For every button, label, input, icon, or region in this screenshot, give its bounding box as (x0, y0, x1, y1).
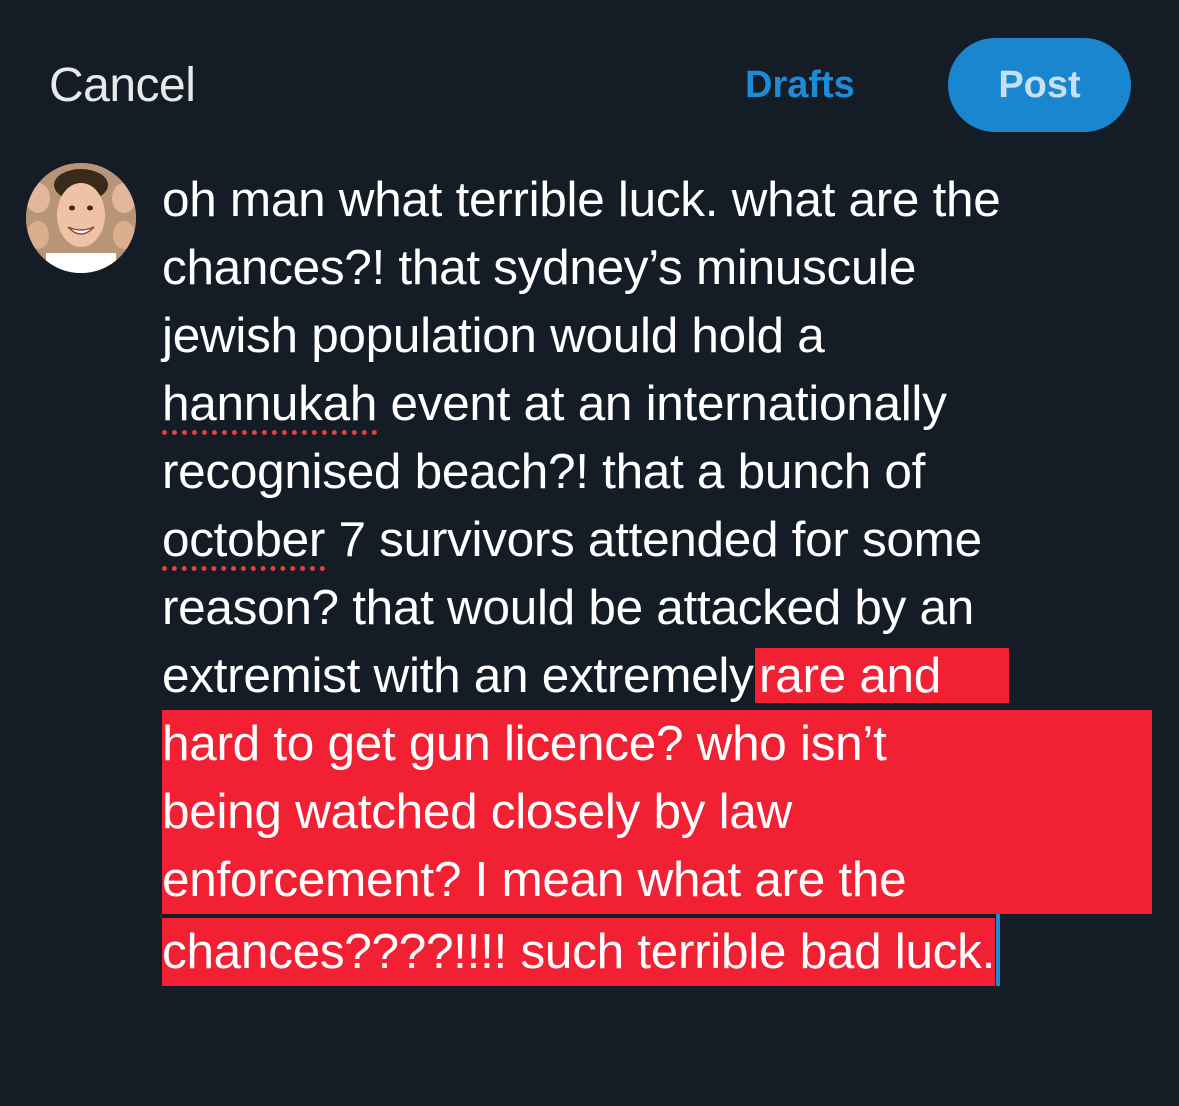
text-cursor (996, 914, 1001, 986)
misspelled-word[interactable]: october (162, 512, 325, 567)
text-line: chances?! that sydney’s minuscule (162, 240, 917, 295)
selected-text[interactable]: rare and (755, 648, 1010, 703)
selected-text[interactable]: being watched closely by law (162, 778, 1152, 846)
post-text-editor[interactable]: oh man what terrible luck. what are the … (162, 166, 1162, 986)
text-line: jewish population would hold a (162, 308, 825, 363)
cancel-button[interactable]: Cancel (49, 58, 196, 113)
text-line: oh man what terrible luck. what are the (162, 172, 1001, 227)
avatar[interactable] (26, 163, 136, 273)
text-line: enforcement? I mean what are the (162, 846, 1162, 914)
text-line: recognised beach?! that a bunch of (162, 444, 926, 499)
selected-text[interactable]: hard to get gun licence? who isn’t (162, 710, 1152, 778)
post-button[interactable]: Post (948, 38, 1131, 132)
text-line: being watched closely by law (162, 778, 1162, 846)
text-line: hannukah event at an internationally (162, 370, 1162, 438)
compose-header: Cancel Drafts Post (0, 0, 1179, 170)
text-segment: event at an internationally (377, 376, 947, 431)
text-line: hard to get gun licence? who isn’t (162, 710, 1162, 778)
text-segment: 7 survivors attended for some (325, 512, 982, 567)
text-line: reason? that would be attacked by an (162, 580, 975, 635)
text-line: chances????!!!! such terrible bad luck. (162, 914, 1162, 986)
drafts-button[interactable]: Drafts (745, 64, 855, 107)
text-line: extremist with an extremely rare and (162, 642, 1162, 710)
selected-text[interactable]: enforcement? I mean what are the (162, 846, 1152, 914)
text-line: october 7 survivors attended for some (162, 506, 1162, 574)
misspelled-word[interactable]: hannukah (162, 376, 377, 431)
text-segment: extremist with an extremely (162, 648, 768, 703)
selected-text[interactable]: chances????!!!! such terrible bad luck. (162, 918, 995, 986)
profile-photo-icon (26, 163, 136, 273)
